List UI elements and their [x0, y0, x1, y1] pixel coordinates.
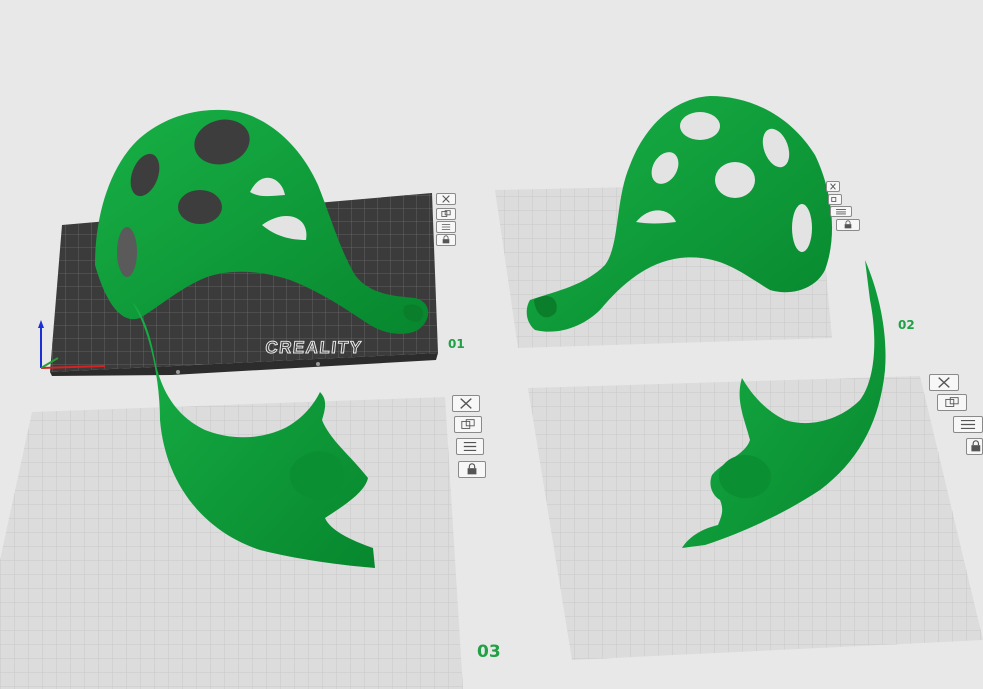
plate-label-03: 03 [477, 642, 501, 662]
plate-label-01: 01 [448, 337, 465, 351]
settings-icon [441, 224, 451, 230]
arrange-plate-01-button[interactable] [436, 208, 456, 220]
3d-viewport[interactable]: CREALITY [0, 0, 983, 689]
settings-plate-01-button[interactable] [436, 221, 456, 233]
close-icon [460, 398, 472, 409]
arrange-icon [441, 210, 451, 217]
lock-icon [844, 220, 852, 229]
lock-plate-01-button[interactable] [436, 234, 456, 246]
lock-plate-04-button[interactable] [966, 438, 983, 455]
lock-icon [971, 440, 981, 452]
close-plate-03-button[interactable] [452, 395, 480, 412]
settings-plate-02-button[interactable] [830, 206, 852, 217]
close-icon [938, 377, 950, 388]
arrange-icon [831, 197, 837, 202]
arrange-icon [945, 397, 959, 407]
settings-icon [463, 441, 477, 452]
lock-icon [442, 235, 450, 244]
settings-icon [960, 419, 976, 430]
arrange-plate-03-button[interactable] [454, 416, 482, 433]
close-plate-01-button[interactable] [436, 193, 456, 205]
close-icon [830, 183, 836, 190]
arrange-icon [461, 419, 475, 429]
lock-icon [467, 463, 477, 475]
close-plate-02-button[interactable] [826, 181, 840, 192]
settings-icon [836, 209, 846, 215]
plate-label-02: 02 [898, 318, 915, 332]
close-icon [442, 195, 450, 203]
arrange-plate-02-button[interactable] [828, 194, 842, 205]
settings-plate-03-button[interactable] [456, 438, 484, 455]
arrange-plate-04-button[interactable] [937, 394, 967, 411]
close-plate-04-button[interactable] [929, 374, 959, 391]
plate-brand-logo: CREALITY [264, 338, 363, 357]
settings-plate-04-button[interactable] [953, 416, 983, 433]
lock-plate-02-button[interactable] [836, 219, 860, 231]
lock-plate-03-button[interactable] [458, 461, 486, 478]
